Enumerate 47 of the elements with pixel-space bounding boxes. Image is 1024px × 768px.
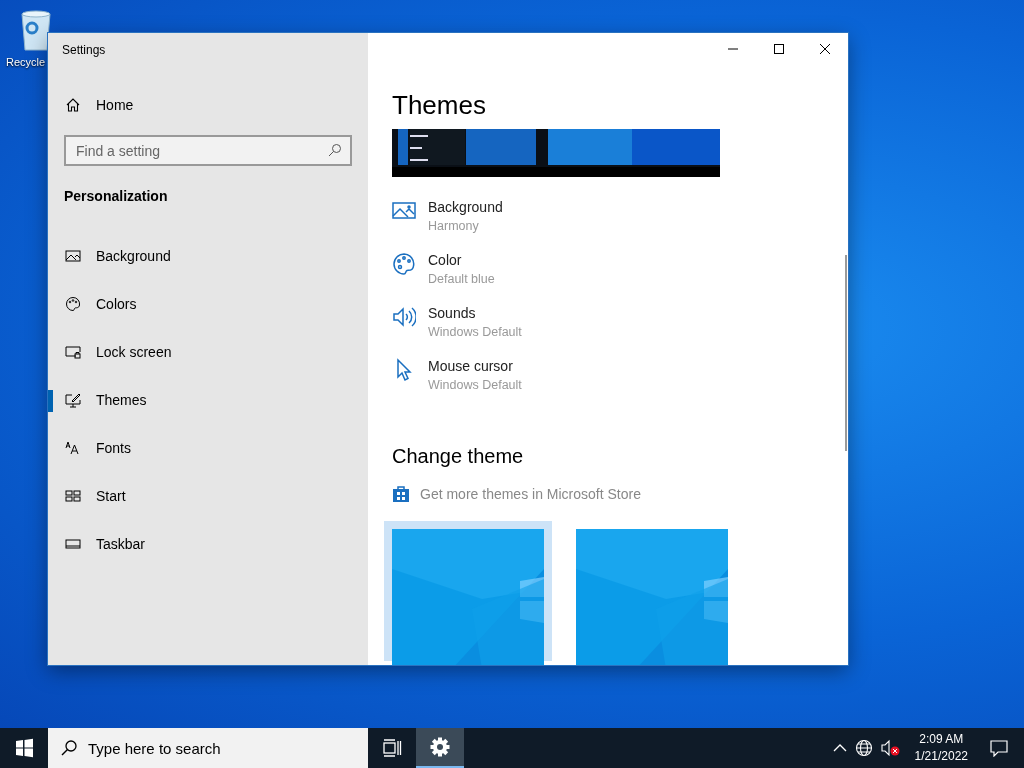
fonts-icon: [65, 440, 81, 456]
nav-item[interactable]: Colors: [48, 280, 368, 328]
search-field[interactable]: Find a setting: [64, 135, 352, 166]
section-heading: Personalization: [63, 187, 169, 206]
gear-icon: [430, 737, 450, 757]
pen-monitor-icon: [65, 392, 81, 408]
window-title: Settings: [61, 42, 107, 59]
image-icon: [65, 248, 81, 264]
clock-time[interactable]: 2:09 AM: [919, 731, 964, 748]
clock-date[interactable]: 1/21/2022: [914, 748, 968, 765]
search-icon: [60, 739, 78, 757]
task-view-icon: [382, 739, 402, 757]
home-icon: [65, 97, 81, 113]
muted-speaker-icon[interactable]: [880, 739, 901, 757]
speaker-icon: [392, 305, 416, 329]
nav-item[interactable]: Themes: [48, 376, 368, 424]
search-icon: [328, 143, 342, 157]
store-link[interactable]: Get more themes in Microsoft Store: [420, 486, 641, 502]
tiles-icon: [65, 488, 81, 504]
nav-item[interactable]: Fonts: [48, 424, 368, 472]
notification-icon[interactable]: [990, 739, 1008, 757]
setting-value: Windows Default: [428, 324, 522, 341]
setting-value: Windows Default: [428, 377, 522, 394]
section-heading: Change theme: [392, 444, 525, 469]
nav-item[interactable]: Background: [48, 232, 368, 280]
setting-value: Harmony: [428, 218, 480, 235]
taskbar-icon: [65, 536, 81, 552]
home-link[interactable]: Home: [48, 81, 368, 129]
chevron-up-icon[interactable]: [832, 743, 847, 753]
nav-item[interactable]: Lock screen: [48, 328, 368, 376]
nav-item[interactable]: Start: [48, 472, 368, 520]
store-bag-icon: [392, 485, 410, 503]
globe-icon[interactable]: [854, 739, 873, 757]
nav-item[interactable]: Taskbar: [48, 520, 368, 568]
palette-icon: [65, 296, 81, 312]
setting-name[interactable]: Mouse cursor: [428, 358, 522, 374]
taskbar-search-field[interactable]: Type here to search: [48, 728, 368, 768]
setting-name[interactable]: Background: [428, 199, 503, 215]
page-title: Themes: [392, 89, 487, 121]
setting-name[interactable]: Color: [428, 252, 495, 268]
lock-screen-icon: [65, 344, 81, 360]
setting-name[interactable]: Sounds: [428, 305, 522, 321]
desktop-icon-label[interactable]: Recycle: [6, 56, 46, 68]
setting-value: Default blue: [428, 271, 495, 288]
settings-taskbar-button[interactable]: [416, 728, 464, 768]
scrollbar[interactable]: [845, 255, 847, 451]
palette-icon: [392, 252, 416, 276]
